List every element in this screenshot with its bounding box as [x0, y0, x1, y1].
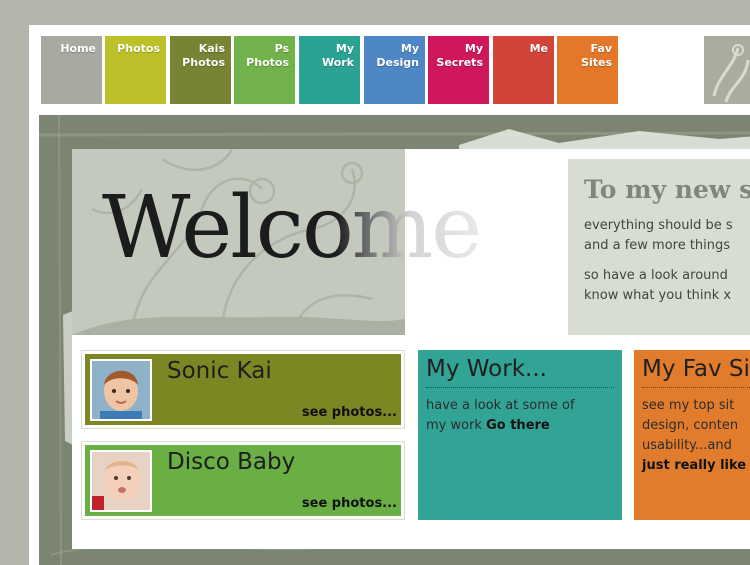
- nav-tab-kais-photos[interactable]: Kais Photos: [170, 36, 231, 104]
- nav-tab-ps-photos[interactable]: Ps Photos: [234, 36, 295, 104]
- sonic-kai-see-photos-link[interactable]: see photos...: [302, 405, 397, 420]
- sonic-kai-photo: [90, 359, 152, 421]
- my-fav-sites-text: see my top sit design, conten usability.…: [642, 396, 750, 476]
- content-panel: Welcome To my new s everything should be…: [72, 149, 750, 549]
- my-fav-sites-link[interactable]: just really like: [642, 458, 746, 473]
- intro-paragraph-2: so have a look around know what you thin…: [584, 268, 732, 303]
- sonic-kai-title: Sonic Kai: [167, 358, 272, 384]
- disco-baby-photo: [90, 450, 152, 512]
- nav-tab-me[interactable]: Me: [493, 36, 554, 104]
- nav-tab-home[interactable]: Home: [41, 36, 102, 104]
- disco-baby-card[interactable]: Disco Baby see photos...: [81, 441, 405, 520]
- my-work-text: have a look at some of my work Go there: [426, 396, 614, 436]
- intro-box: To my new s everything should be s and a…: [568, 159, 750, 335]
- my-work-title: My Work...: [426, 356, 614, 388]
- welcome-heading: Welcome: [102, 173, 482, 283]
- nav-tab-photos[interactable]: Photos: [105, 36, 166, 104]
- nav-tab-my-secrets[interactable]: My Secrets: [428, 36, 489, 104]
- my-work-card[interactable]: My Work... have a look at some of my wor…: [418, 350, 622, 520]
- nav-tab-fav-sites[interactable]: Fav Sites: [557, 36, 618, 104]
- nav-tab-my-work[interactable]: My Work: [299, 36, 360, 104]
- nav-tab-my-design[interactable]: My Design: [364, 36, 425, 104]
- intro-title: To my new s: [584, 175, 750, 204]
- header-image-tile: [704, 36, 750, 104]
- my-fav-sites-description: see my top sit design, conten usability.…: [642, 398, 739, 453]
- disco-baby-see-photos-link[interactable]: see photos...: [302, 496, 397, 511]
- intro-paragraph-1: everything should be s and a few more th…: [584, 218, 733, 253]
- my-fav-sites-title: My Fav Si: [642, 356, 750, 388]
- my-fav-sites-card[interactable]: My Fav Si see my top sit design, conten …: [634, 350, 750, 520]
- disco-baby-title: Disco Baby: [167, 449, 296, 475]
- sonic-kai-card[interactable]: Sonic Kai see photos...: [81, 350, 405, 429]
- page: Home Photos Kais Photos Ps Photos My Wor…: [29, 25, 750, 565]
- my-work-go-there-link[interactable]: Go there: [486, 418, 550, 433]
- content-frame: Welcome To my new s everything should be…: [39, 115, 750, 565]
